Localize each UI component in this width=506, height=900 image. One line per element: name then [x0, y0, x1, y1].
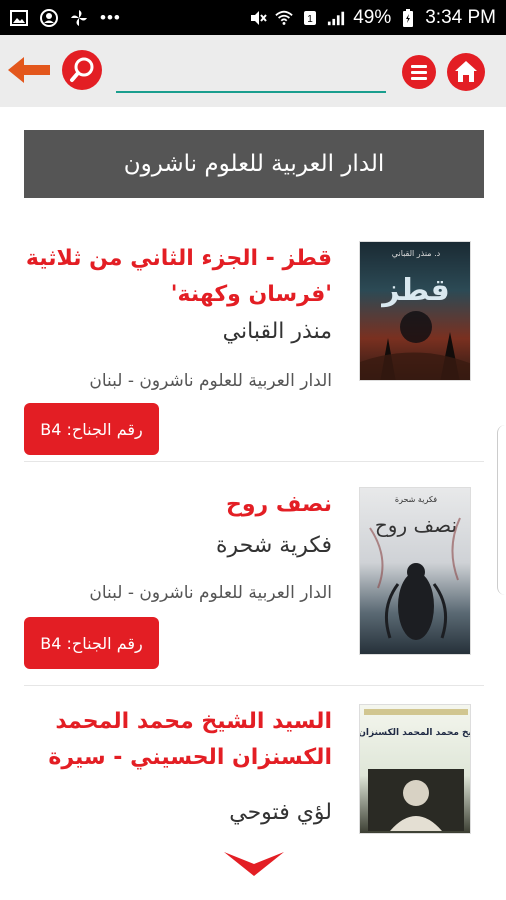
- signal-icon: [327, 10, 345, 26]
- svg-text:فكرية شحرة: فكرية شحرة: [395, 495, 437, 504]
- wifi-icon: [275, 10, 293, 26]
- hamburger-menu-icon: [411, 65, 427, 80]
- mute-icon: [249, 10, 267, 26]
- clock: 3:34 PM: [425, 6, 496, 28]
- more-notifications-icon: •••: [100, 7, 121, 27]
- booth-number: B4: [40, 419, 62, 439]
- scroll-down-button[interactable]: [222, 850, 286, 880]
- search-input[interactable]: [116, 49, 386, 93]
- booth-number-button[interactable]: رقم الجناح: B4: [24, 403, 159, 455]
- account-icon: [40, 8, 58, 27]
- book-author: منذر القباني: [222, 319, 332, 344]
- search-button[interactable]: [62, 50, 102, 90]
- content-area: الدار العربية للعلوم ناشرون د. منذر القب…: [0, 107, 506, 900]
- home-button[interactable]: [447, 53, 485, 91]
- pinwheel-icon: [70, 9, 88, 26]
- book-title[interactable]: نصف روح: [12, 487, 332, 523]
- sim-icon: 1: [301, 10, 319, 26]
- book-author: فكرية شحرة: [215, 533, 332, 558]
- menu-button[interactable]: [402, 55, 436, 89]
- back-arrow-icon: [8, 57, 50, 83]
- svg-text:د. منذر القباني: د. منذر القباني: [392, 249, 441, 258]
- gallery-icon: [10, 9, 28, 26]
- book-item[interactable]: د. منذر القباني قطز قطز - الجزء الثاني م…: [24, 241, 484, 455]
- chevron-down-icon: [224, 852, 284, 876]
- book-cover[interactable]: فكرية شحرة نصف روح: [359, 487, 471, 655]
- book-author: لؤي فتوحي: [229, 800, 332, 825]
- svg-text:1: 1: [307, 14, 313, 25]
- svg-text:السيد الشيخ محمد المحمد الكسنز: السيد الشيخ محمد المحمد الكسنزان الحسيني: [360, 728, 471, 738]
- book-publisher: الدار العربية للعلوم ناشرون - لبنان: [89, 371, 332, 391]
- book-item[interactable]: فكرية شحرة نصف روح نصف روح فكرية شحرة ال…: [24, 487, 484, 677]
- book-title[interactable]: قطز - الجزء الثاني من ثلاثية 'فرسان وكهن…: [12, 241, 332, 313]
- booth-number-button[interactable]: رقم الجناح: B4: [24, 617, 159, 669]
- scroll-handle[interactable]: [497, 425, 506, 595]
- book-publisher: الدار العربية للعلوم ناشرون - لبنان: [89, 583, 332, 603]
- app-toolbar: [0, 35, 506, 107]
- svg-text:نصف روح: نصف روح: [375, 513, 457, 537]
- divider: [24, 461, 484, 462]
- book-cover[interactable]: السيد الشيخ محمد المحمد الكسنزان الحسيني: [359, 704, 471, 834]
- back-button[interactable]: [6, 55, 52, 85]
- search-icon: [70, 57, 94, 82]
- booth-label: رقم الجناح:: [66, 419, 143, 439]
- book-cover[interactable]: د. منذر القباني قطز: [359, 241, 471, 381]
- booth-number: B4: [40, 633, 62, 653]
- status-bar: ••• 1 49% 3:34 PM: [0, 0, 506, 35]
- battery-percent: 49%: [353, 6, 392, 28]
- svg-text:قطز: قطز: [380, 273, 450, 308]
- publisher-header: الدار العربية للعلوم ناشرون: [24, 130, 484, 198]
- battery-icon: [399, 8, 417, 27]
- home-icon: [455, 61, 477, 82]
- booth-label: رقم الجناح:: [66, 633, 143, 653]
- divider: [24, 685, 484, 686]
- book-title[interactable]: السيد الشيخ محمد المحمد الكسنزان الحسيني…: [12, 704, 332, 776]
